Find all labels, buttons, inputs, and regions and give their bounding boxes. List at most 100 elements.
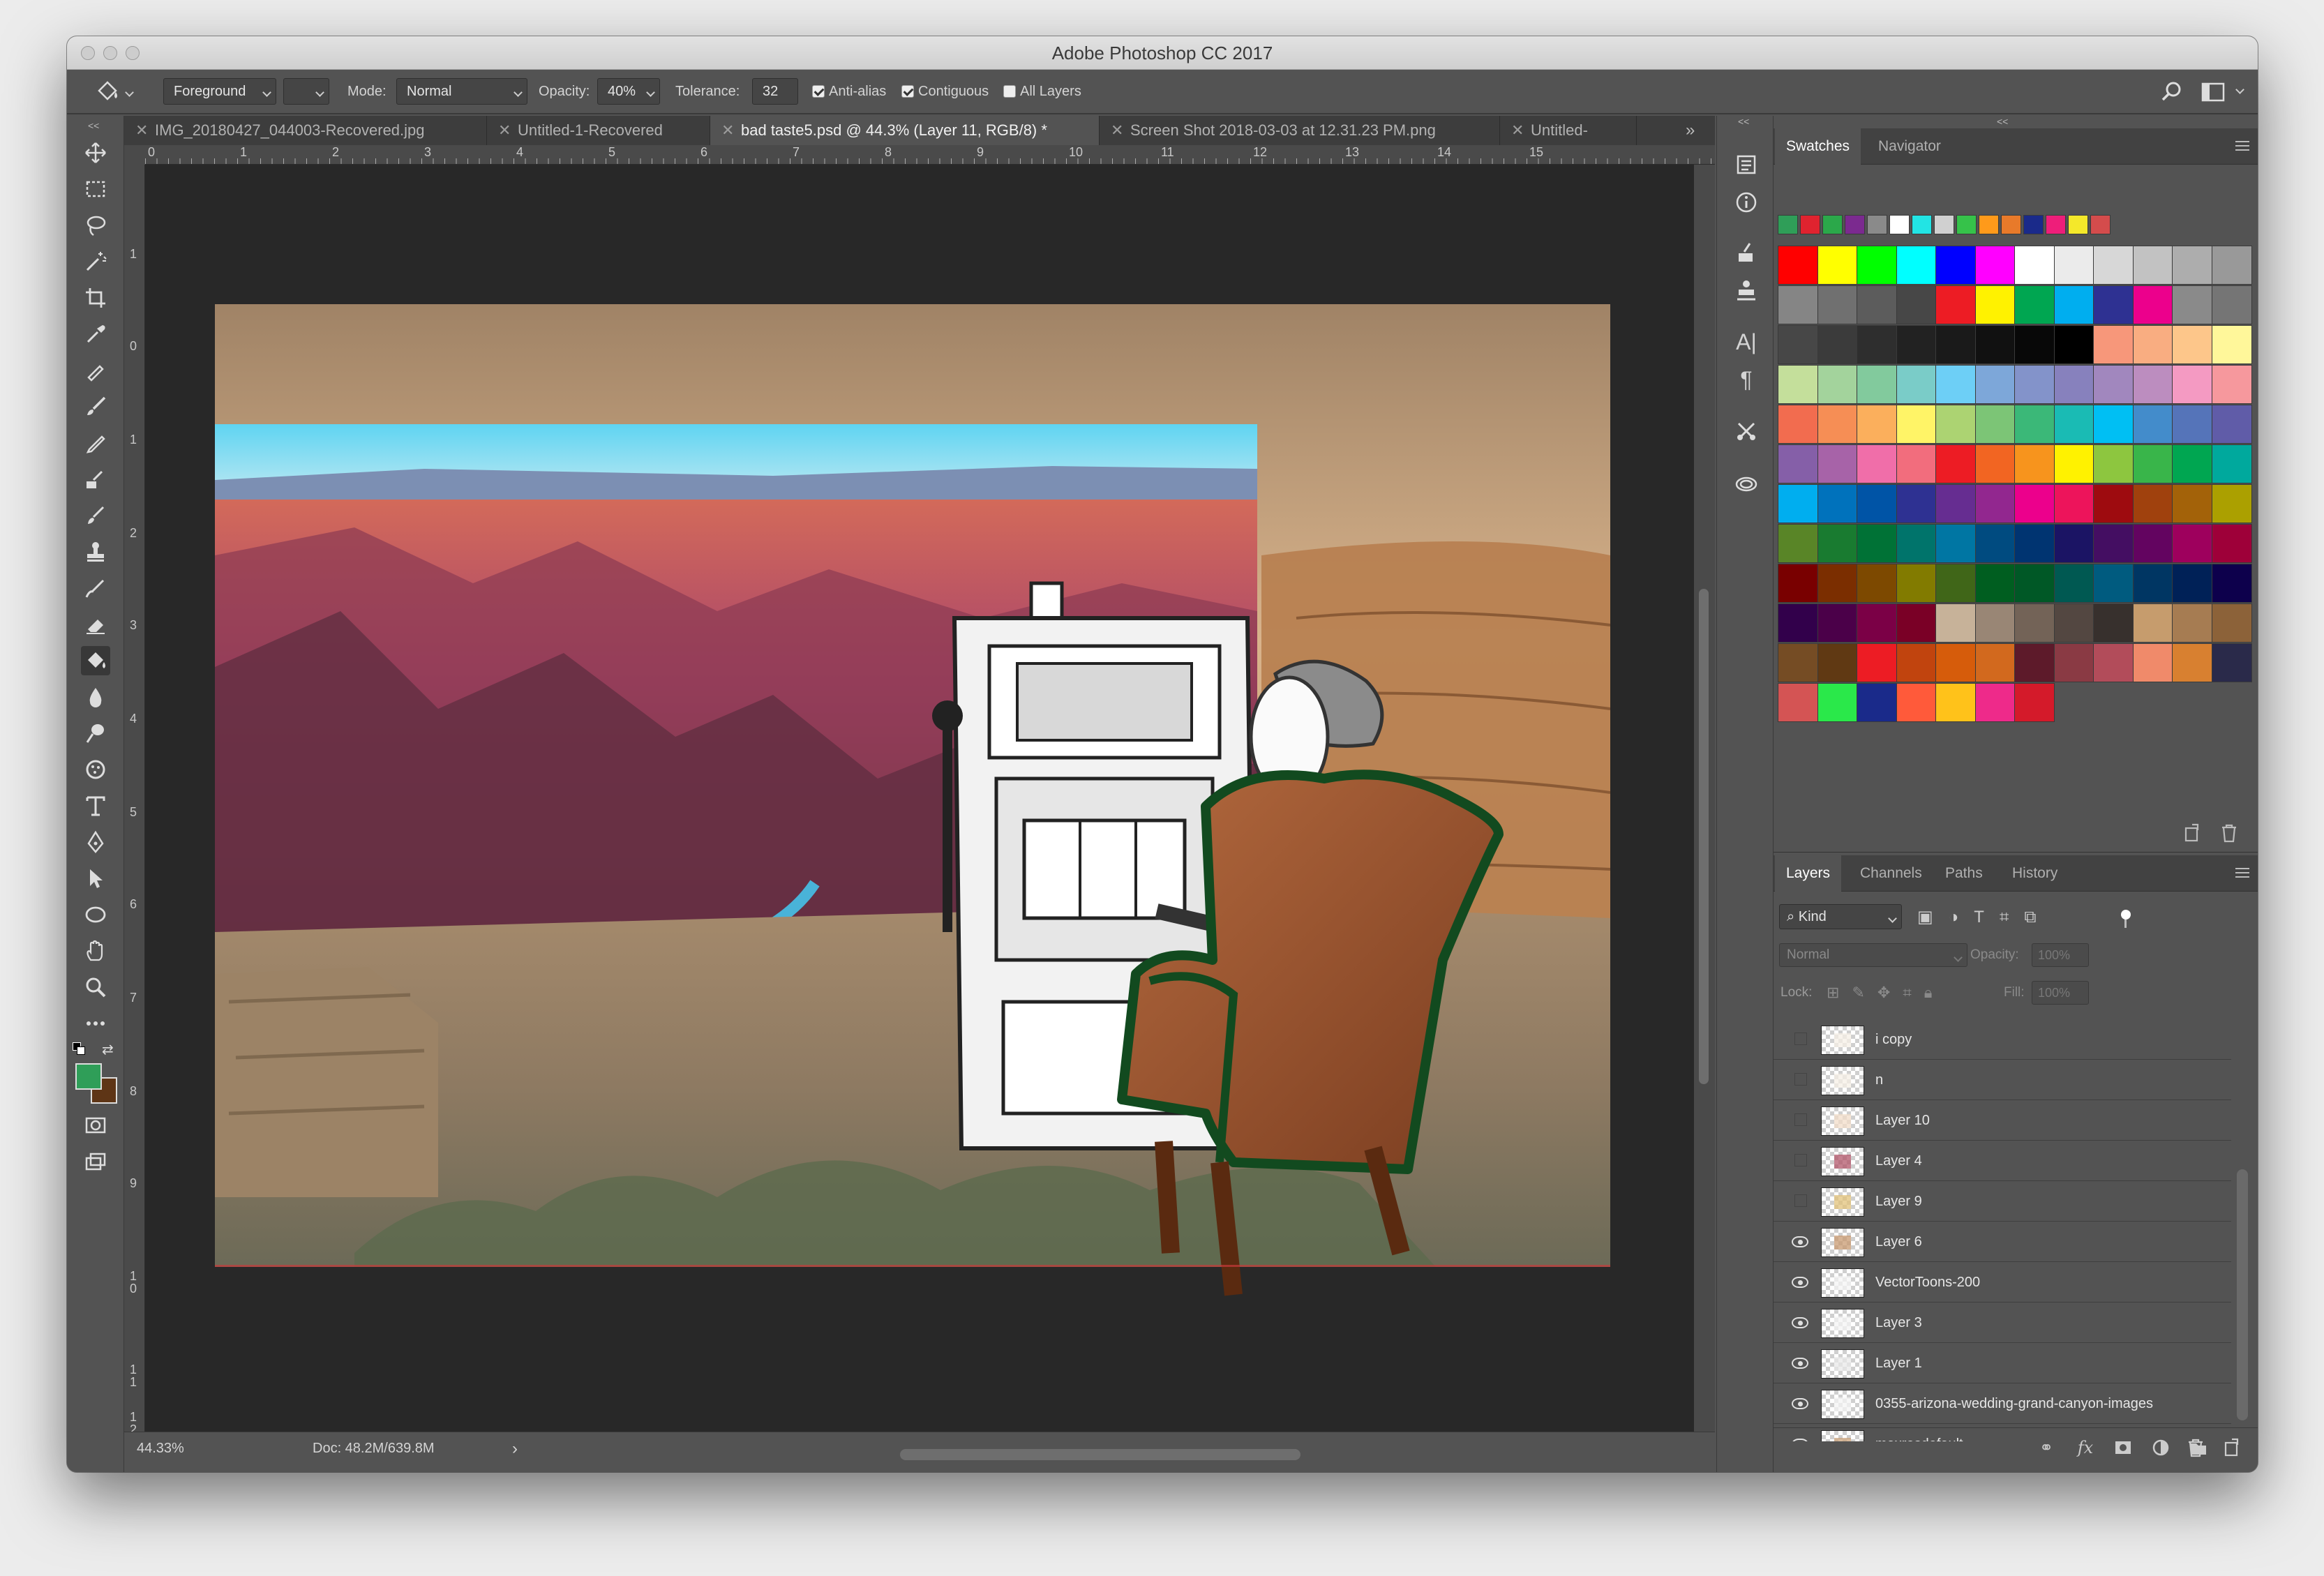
color-swatch[interactable]	[2014, 524, 2055, 563]
fill-source-select[interactable]: Foreground	[163, 78, 276, 105]
color-swatch[interactable]	[1817, 683, 1858, 722]
close-icon[interactable]: ✕	[135, 116, 148, 145]
adjustment-layer-icon[interactable]	[2149, 1436, 2173, 1459]
color-swatch[interactable]	[2053, 564, 2094, 603]
horizontal-scrollbar-thumb[interactable]	[900, 1449, 1300, 1460]
color-swatch[interactable]	[1935, 524, 1976, 563]
color-swatch[interactable]	[1817, 325, 1858, 364]
hand-tool[interactable]	[81, 936, 110, 966]
lock-artboard-icon[interactable]: ⌗	[1903, 984, 1924, 1001]
color-swatch[interactable]	[1974, 444, 2016, 483]
color-swatch[interactable]	[2172, 564, 2212, 603]
color-swatch[interactable]	[2093, 564, 2134, 603]
close-icon[interactable]: ✕	[1511, 116, 1524, 145]
eye-icon[interactable]	[1792, 1358, 1808, 1369]
shape-filter-icon[interactable]: ⌗	[2000, 908, 2025, 926]
adjustment-filter-icon[interactable]: ◑	[1949, 908, 1974, 926]
layer-row[interactable]: 0355-arizona-wedding-grand-canyon-images	[1774, 1384, 2231, 1424]
eyedropper-tool[interactable]	[81, 320, 110, 349]
color-swatch[interactable]	[2093, 246, 2134, 285]
color-swatch[interactable]	[2014, 643, 2055, 682]
color-swatch[interactable]	[2053, 405, 2094, 444]
clone-source-button[interactable]	[1732, 276, 1760, 304]
color-swatch[interactable]	[1974, 285, 2016, 324]
color-swatch[interactable]	[2132, 444, 2173, 483]
color-swatch[interactable]	[1896, 365, 1937, 404]
tab-screen-shot[interactable]: ✕ Screen Shot 2018-03-03 at 12.31.23 PM.p…	[1100, 116, 1500, 145]
color-swatch[interactable]	[1974, 365, 2016, 404]
close-icon[interactable]: ✕	[1111, 116, 1123, 145]
color-swatch[interactable]	[2093, 643, 2134, 682]
color-swatch[interactable]	[2211, 246, 2252, 285]
vertical-scrollbar[interactable]	[1694, 165, 1715, 1432]
blur-tool[interactable]	[81, 682, 110, 712]
color-swatch[interactable]	[1935, 603, 1976, 643]
color-swatch[interactable]	[2172, 325, 2212, 364]
visibility-toggle[interactable]	[1794, 1073, 1807, 1086]
lasso-tool[interactable]	[81, 211, 110, 240]
zoom-level[interactable]: 44.33%	[137, 1441, 184, 1457]
layer-row[interactable]: n	[1774, 1060, 2231, 1100]
paragraph-panel-button[interactable]: ¶	[1732, 366, 1760, 393]
color-swatch[interactable]	[2211, 444, 2252, 483]
color-swatch[interactable]	[1857, 524, 1897, 563]
color-swatch[interactable]	[1857, 564, 1897, 603]
color-swatch[interactable]	[1974, 643, 2016, 682]
color-swatch[interactable]	[1778, 484, 1818, 523]
eye-icon[interactable]	[1792, 1236, 1808, 1247]
tab-bad-taste5[interactable]: ✕ bad taste5.psd @ 44.3% (Layer 11, RGB/8…	[710, 116, 1100, 145]
lock-transparent-icon[interactable]: ⊞	[1827, 984, 1852, 1001]
color-swatch[interactable]	[2093, 285, 2134, 324]
type-tool[interactable]	[81, 791, 110, 820]
tab-layers[interactable]: Layers	[1775, 855, 1842, 892]
pixel-filter-icon[interactable]: ▣	[1917, 908, 1949, 926]
layer-row[interactable]: Layer 3	[1774, 1303, 2231, 1343]
recent-swatch[interactable]	[1912, 215, 1932, 234]
color-swatch[interactable]	[1896, 444, 1937, 483]
color-swatch[interactable]	[2211, 603, 2252, 643]
color-swatch[interactable]	[1896, 484, 1937, 523]
color-swatch[interactable]	[1778, 444, 1818, 483]
color-swatch[interactable]	[2053, 524, 2094, 563]
color-swatch[interactable]	[1778, 285, 1818, 324]
color-swatch[interactable]	[2014, 285, 2055, 324]
smudge-tool[interactable]	[81, 573, 110, 603]
visibility-toggle[interactable]	[1794, 1194, 1807, 1207]
vertical-scrollbar-thumb[interactable]	[1699, 589, 1709, 1084]
color-swatch[interactable]	[1817, 484, 1858, 523]
layer-row[interactable]: Layer 9	[1774, 1182, 2231, 1222]
color-swatch[interactable]	[2093, 365, 2134, 404]
tools-panel-button[interactable]	[1732, 417, 1760, 445]
color-swatch[interactable]	[1935, 405, 1976, 444]
layer-row[interactable]: i copy	[1774, 1020, 2231, 1060]
path-selection-tool[interactable]	[81, 864, 110, 893]
color-swatch[interactable]	[1896, 524, 1937, 563]
color-swatch[interactable]	[1778, 325, 1818, 364]
canvas-area[interactable]	[145, 165, 1694, 1432]
color-swatch[interactable]	[2172, 405, 2212, 444]
chevron-down-icon[interactable]	[2235, 85, 2244, 94]
color-swatch[interactable]	[1778, 524, 1818, 563]
color-swatch[interactable]	[1778, 246, 1818, 285]
color-swatch[interactable]	[2132, 365, 2173, 404]
color-swatch[interactable]	[1857, 405, 1897, 444]
color-swatch[interactable]	[1778, 564, 1818, 603]
color-swatch[interactable]	[1778, 643, 1818, 682]
lock-options[interactable]: ⊞✎✥⌗🔒︎	[1827, 981, 1944, 1005]
delete-layer-icon[interactable]	[2184, 1436, 2207, 1459]
filter-toggle-icon[interactable]	[2121, 908, 2134, 928]
magic-wand-tool[interactable]	[81, 247, 110, 276]
paint-bucket-tool[interactable]	[81, 646, 110, 675]
color-swatch[interactable]	[2211, 524, 2252, 563]
workspace-icon[interactable]	[2201, 81, 2228, 103]
color-swatch[interactable]	[2132, 246, 2173, 285]
color-swatch[interactable]	[1935, 643, 1976, 682]
color-swatch[interactable]	[2014, 683, 2055, 722]
color-swatch[interactable]	[1896, 325, 1937, 364]
paint-bucket-preset-picker[interactable]	[93, 80, 134, 105]
color-swatch[interactable]	[1896, 683, 1937, 722]
new-swatch-icon[interactable]	[2182, 823, 2201, 843]
tab-channels[interactable]: Channels	[1860, 855, 1922, 892]
screen-mode-button[interactable]	[81, 1147, 110, 1176]
recent-swatch[interactable]	[1867, 215, 1887, 234]
